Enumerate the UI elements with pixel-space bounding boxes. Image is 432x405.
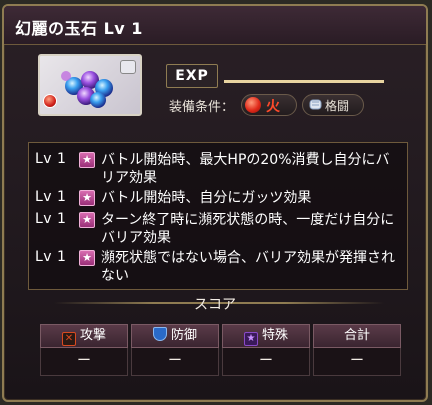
element-label: 火: [266, 99, 280, 115]
score-special-value: ー: [222, 348, 310, 376]
shield-icon: [152, 327, 167, 341]
attack-type-label: 格闘: [325, 99, 350, 113]
score-attack-header: ✕ 攻撃: [40, 324, 128, 348]
exp-label: EXP: [166, 64, 218, 88]
item-detail-panel: 幻麗の玉石 Lv 1 EXP 装備条件： 火 格闘 Lv 1 ★ バトル開始時、…: [2, 4, 428, 402]
score-defense: 防御 ー: [131, 324, 219, 376]
item-image: [38, 54, 142, 116]
score-attack-value: ー: [40, 348, 128, 376]
skill-level: Lv 1: [35, 249, 67, 265]
score-attack: ✕ 攻撃 ー: [40, 324, 128, 376]
score-defense-header: 防御: [131, 324, 219, 348]
skill-star-icon: ★: [79, 212, 95, 228]
element-chip-fire: 火: [241, 94, 297, 116]
title-bar: 幻麗の玉石 Lv 1: [4, 6, 426, 45]
skill-level: Lv 1: [35, 189, 67, 205]
skill-level: Lv 1: [35, 211, 67, 227]
skill-list: Lv 1 ★ バトル開始時、最大HPの20%消費し自分にバリア効果 Lv 1 ★…: [28, 142, 408, 290]
skill-description: 瀕死状態ではない場合、バリア効果が発揮されない: [101, 250, 395, 284]
score-defense-label: 防御: [170, 328, 197, 343]
item-title: 幻麗の玉石 Lv 1: [15, 19, 143, 38]
score-total-label: 合計: [343, 328, 370, 343]
skill-description: バトル開始時、自分にガッツ効果: [101, 190, 312, 206]
fight-badge-icon: [120, 60, 136, 74]
skill-star-icon: ★: [79, 152, 95, 168]
fire-icon: [245, 97, 261, 113]
score-total-header: 合計: [313, 324, 401, 348]
score-special-header: ★ 特殊: [222, 324, 310, 348]
score-table: ✕ 攻撃 ー 防御 ー ★ 特殊 ー 合計 ー: [40, 324, 401, 376]
skill-star-icon: ★: [79, 190, 95, 206]
star-icon: ★: [243, 332, 258, 346]
equip-condition-label: 装備条件：: [169, 100, 235, 115]
score-defense-value: ー: [131, 348, 219, 376]
fist-icon: [309, 99, 322, 110]
score-attack-label: 攻撃: [79, 328, 106, 343]
skill-description: ターン終了時に瀕死状態の時、一度だけ自分にバリア効果: [101, 212, 395, 246]
fire-badge-icon: [43, 94, 57, 108]
attack-type-chip: 格闘: [302, 94, 364, 116]
score-total: 合計 ー: [313, 324, 401, 376]
score-heading: スコア: [194, 297, 236, 313]
exp-progress-bar: [224, 80, 384, 83]
sword-icon: ✕: [61, 332, 76, 346]
score-special: ★ 特殊 ー: [222, 324, 310, 376]
score-special-label: 特殊: [261, 328, 288, 343]
score-total-value: ー: [313, 348, 401, 376]
skill-star-icon: ★: [79, 250, 95, 266]
skill-level: Lv 1: [35, 151, 67, 167]
skill-description: バトル開始時、最大HPの20%消費し自分にバリア効果: [101, 152, 390, 186]
